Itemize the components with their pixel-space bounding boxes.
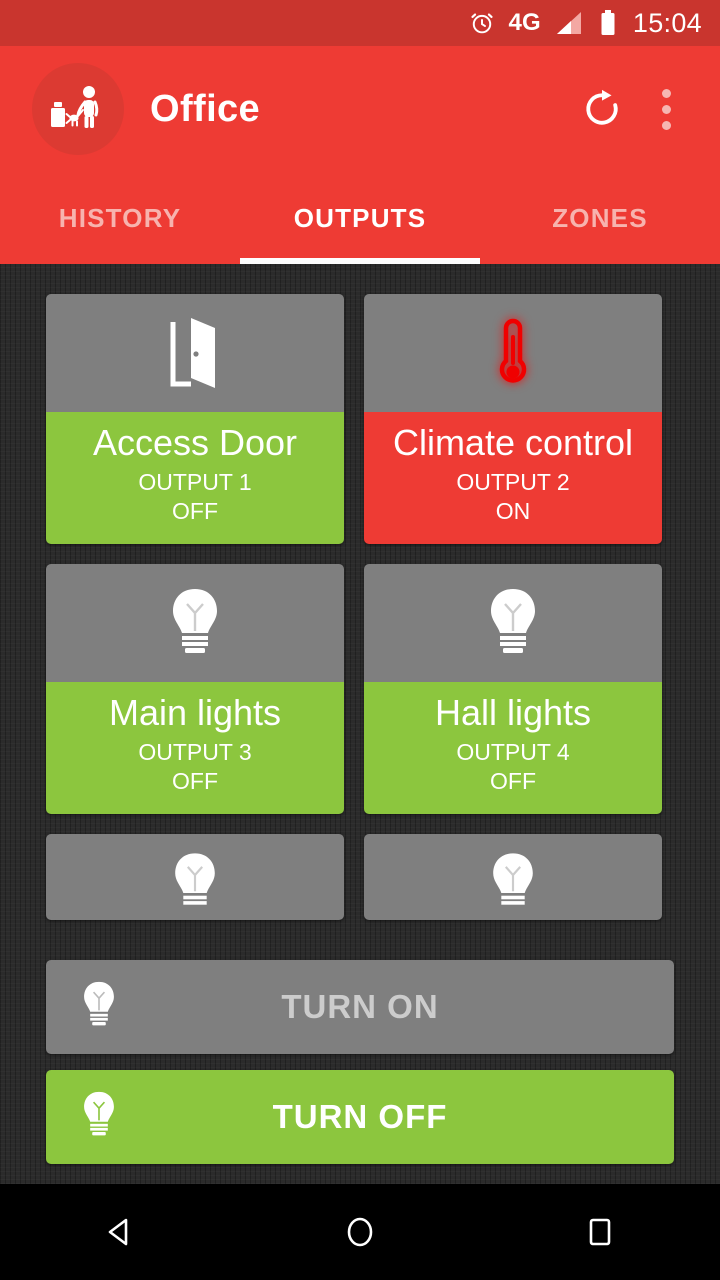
dot xyxy=(661,104,671,114)
bulk-actions: TURN ON TURN OFF xyxy=(46,944,674,1164)
person-walking-dog-icon[interactable] xyxy=(32,63,124,155)
light-bulb-icon xyxy=(364,833,662,920)
status-bar: 4G 15:04 xyxy=(0,0,720,46)
turn-off-button[interactable]: TURN OFF xyxy=(46,1070,674,1164)
alarm-clock-icon xyxy=(469,10,495,36)
more-vertical-icon[interactable] xyxy=(634,77,698,141)
refresh-icon[interactable] xyxy=(570,77,634,141)
app-bar: Office xyxy=(0,46,720,172)
output-channel: OUTPUT 3 xyxy=(138,739,252,766)
light-bulb-icon xyxy=(46,563,344,682)
tab-outputs[interactable]: OUTPUTS xyxy=(240,172,480,264)
overflow-dots xyxy=(661,88,671,130)
output-state: OFF xyxy=(490,768,536,795)
signal-bars-icon xyxy=(555,10,585,36)
dot xyxy=(661,120,671,130)
turn-on-button[interactable]: TURN ON xyxy=(46,960,674,1054)
output-channel: OUTPUT 1 xyxy=(138,469,252,496)
outputs-grid-container: Access Door OUTPUT 1 OFF Climate control xyxy=(0,264,720,1184)
phone-screen: 4G 15:04 Office HISTORY OUTPUTS ZONES Ac… xyxy=(0,0,720,1280)
output-card-partial-6[interactable] xyxy=(364,833,662,920)
status-bar-clock: 15:04 xyxy=(632,7,702,38)
open-door-icon xyxy=(46,294,344,412)
output-card-body: Main lights OUTPUT 3 OFF xyxy=(46,681,344,814)
light-bulb-icon xyxy=(46,833,344,920)
page-title: Office xyxy=(150,87,261,130)
outputs-grid: Access Door OUTPUT 1 OFF Climate control xyxy=(46,294,674,920)
thermometer-icon xyxy=(364,294,662,412)
output-channel: OUTPUT 4 xyxy=(456,739,570,766)
output-state: OFF xyxy=(172,768,218,795)
output-card-body: Hall lights OUTPUT 4 OFF xyxy=(364,681,662,814)
turn-off-label: TURN OFF xyxy=(272,1098,448,1135)
output-channel: OUTPUT 2 xyxy=(456,469,570,496)
dot xyxy=(661,88,671,98)
android-nav-bar xyxy=(0,1184,720,1280)
output-card-body: Access Door OUTPUT 1 OFF xyxy=(46,412,344,544)
output-card-hall-lights[interactable]: Hall lights OUTPUT 4 OFF xyxy=(364,563,662,814)
output-card-partial-5[interactable] xyxy=(46,833,344,920)
turn-on-label: TURN ON xyxy=(281,988,439,1025)
output-card-body: Climate control OUTPUT 2 ON xyxy=(364,412,662,544)
tab-history[interactable]: HISTORY xyxy=(0,172,240,264)
output-card-access-door[interactable]: Access Door OUTPUT 1 OFF xyxy=(46,294,344,544)
light-bulb-icon xyxy=(364,563,662,682)
home-circle-icon[interactable] xyxy=(300,1184,420,1280)
battery-full-icon xyxy=(599,9,617,37)
output-name: Hall lights xyxy=(434,691,592,733)
output-state: ON xyxy=(495,498,531,525)
network-type-label: 4G xyxy=(508,9,541,36)
output-name: Main lights xyxy=(108,691,282,733)
output-name: Access Door xyxy=(92,422,298,463)
output-card-main-lights[interactable]: Main lights OUTPUT 3 OFF xyxy=(46,563,344,814)
recents-square-icon[interactable] xyxy=(540,1184,660,1280)
tab-bar: HISTORY OUTPUTS ZONES xyxy=(0,172,720,264)
tab-zones[interactable]: ZONES xyxy=(480,172,720,264)
output-name: Climate control xyxy=(392,422,634,463)
output-state: OFF xyxy=(172,498,218,525)
output-card-climate-control[interactable]: Climate control OUTPUT 2 ON xyxy=(364,294,662,544)
back-triangle-icon[interactable] xyxy=(60,1184,180,1280)
